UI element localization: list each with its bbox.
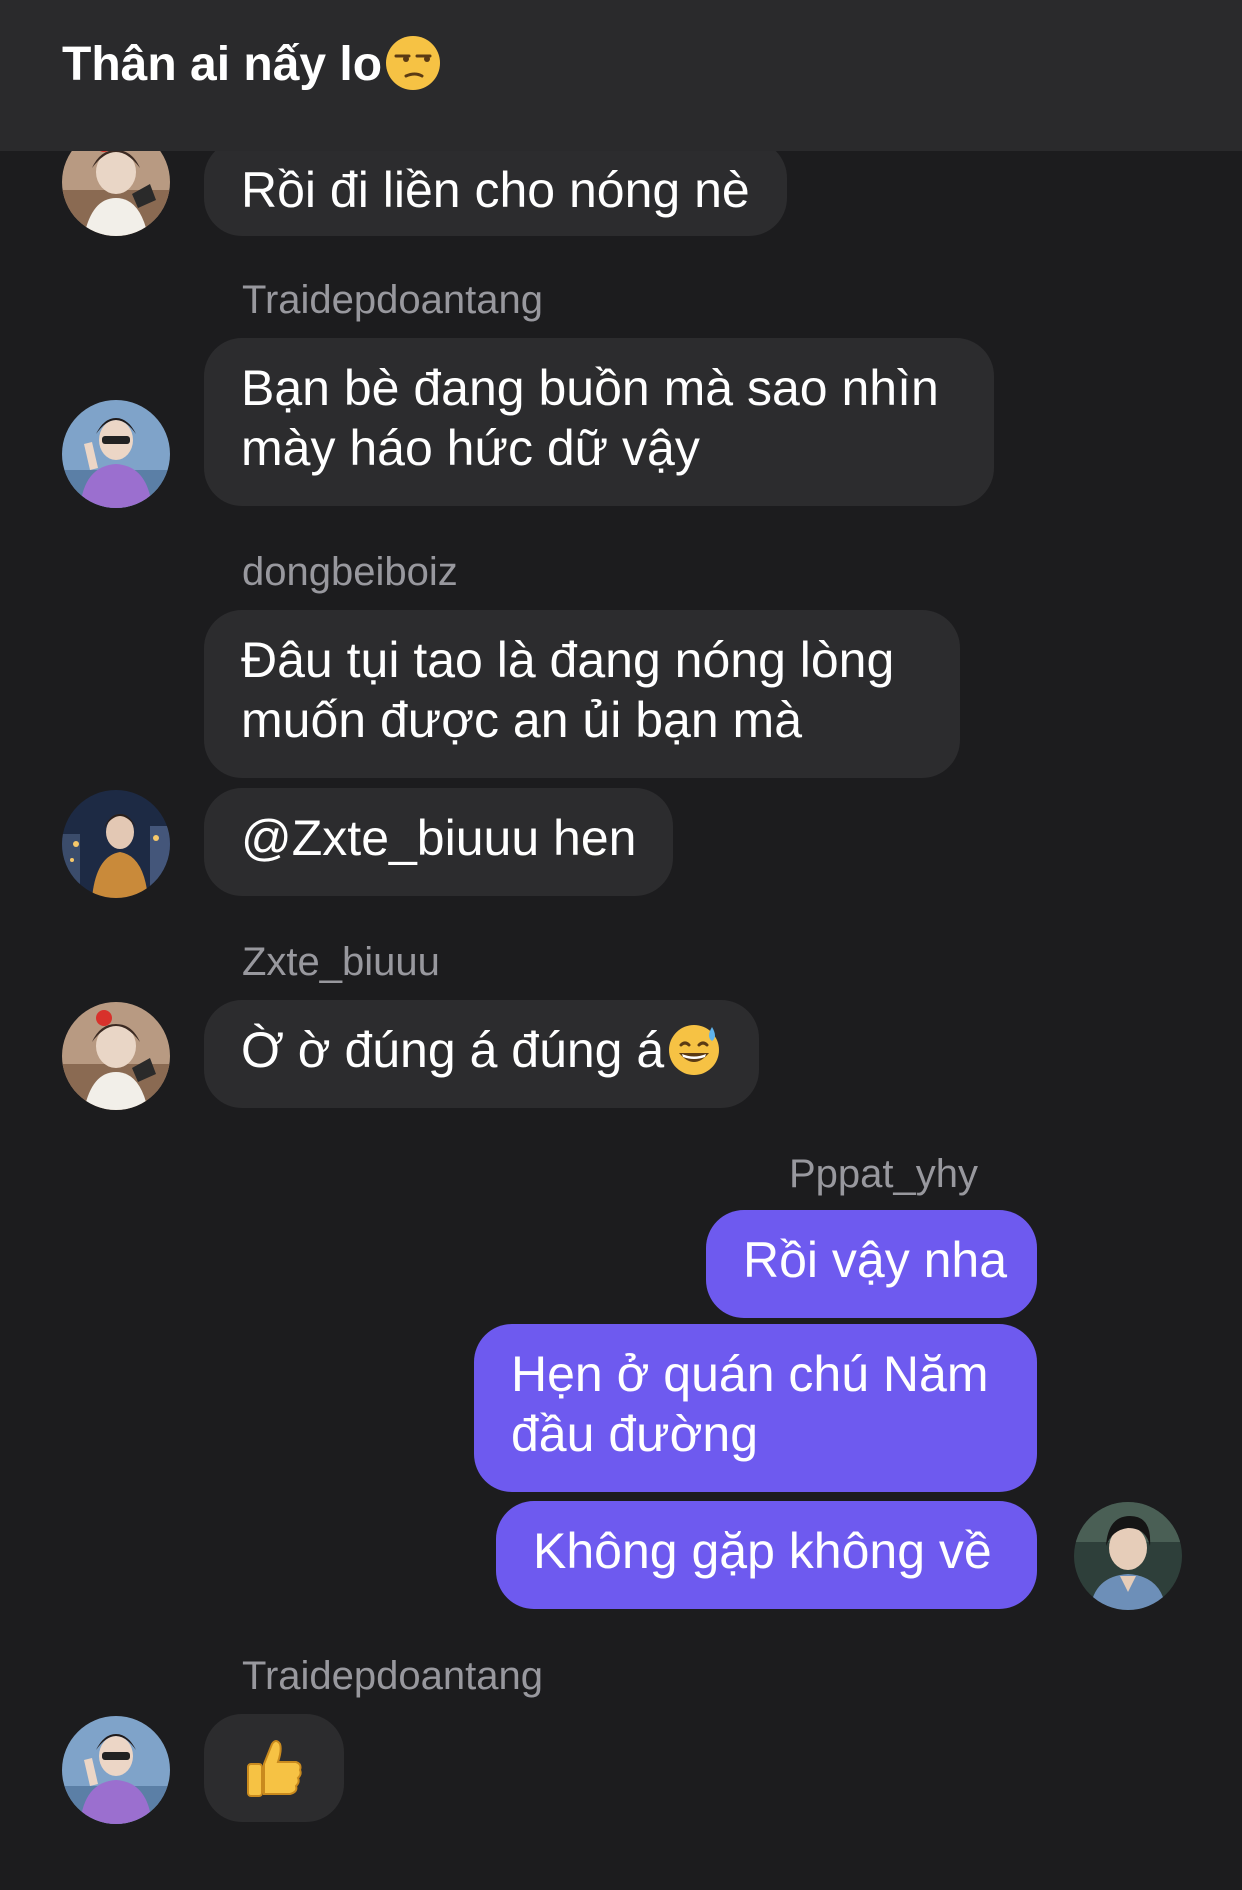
message-bubble[interactable]: Rồi đi liền cho nóng nè bbox=[204, 140, 787, 236]
message-bubble[interactable]: Bạn bè đang buồn mà sao nhìn mày háo hức… bbox=[204, 338, 994, 506]
thumbs-up-icon bbox=[242, 1736, 306, 1800]
message-text-line: đầu đường bbox=[511, 1406, 758, 1462]
message-bubble[interactable] bbox=[204, 1714, 344, 1822]
message-bubble[interactable]: Ờ ờ đúng á đúng á bbox=[204, 1000, 760, 1108]
conversation-title[interactable]: Thân ai nấy lo bbox=[62, 34, 442, 95]
message-text-line: muốn được an ủi bạn mà bbox=[241, 692, 803, 748]
avatar[interactable] bbox=[62, 1002, 170, 1110]
avatar[interactable] bbox=[62, 790, 170, 898]
avatar-purple-shirt-icon bbox=[62, 400, 170, 508]
sender-name: Traidepdoantang bbox=[242, 278, 543, 322]
sender-name: Traidepdoantang bbox=[242, 1654, 543, 1698]
message-bubble[interactable]: Đâu tụi tao là đang nóng lòng muốn được … bbox=[204, 610, 960, 778]
message-bubble[interactable]: Không gặp không về bbox=[496, 1501, 1037, 1609]
message-text-line: Đâu tụi tao là đang nóng lòng bbox=[241, 632, 895, 688]
avatar-red-ball-icon bbox=[62, 1002, 170, 1110]
message-bubble[interactable]: Hẹn ở quán chú Năm đầu đường bbox=[474, 1324, 1037, 1492]
avatar-purple-shirt-icon bbox=[62, 1716, 170, 1824]
avatar[interactable] bbox=[62, 400, 170, 508]
conversation-title-text: Thân ai nấy lo bbox=[62, 38, 383, 91]
message-text: Ờ ờ đúng á đúng á bbox=[241, 1022, 665, 1078]
grinning-sweat-icon bbox=[666, 1021, 722, 1077]
message-text: Không gặp không về bbox=[533, 1523, 992, 1579]
message-bubble[interactable]: Rồi vậy nha bbox=[706, 1210, 1037, 1318]
message-text: Rồi đi liền cho nóng nè bbox=[241, 162, 750, 218]
conversation-header: Thân ai nấy lo bbox=[0, 0, 1242, 151]
avatar[interactable] bbox=[1074, 1502, 1182, 1610]
message-bubble[interactable]: @Zxte_biuuu hen bbox=[204, 788, 674, 896]
message-text-line: Hẹn ở quán chú Năm bbox=[511, 1346, 989, 1402]
sender-name: dongbeiboiz bbox=[242, 550, 458, 594]
message-text: Rồi vậy nha bbox=[743, 1232, 1008, 1288]
sender-name: Zxte_biuuu bbox=[242, 940, 440, 984]
avatar-denim-shirt-icon bbox=[1074, 1502, 1182, 1610]
message-text: @Zxte_biuuu hen bbox=[241, 810, 637, 866]
message-thread[interactable]: Rồi đi liền cho nóng nè Traidepdoantang … bbox=[0, 0, 1242, 1890]
avatar-city-night-icon bbox=[62, 790, 170, 898]
message-text-line: Bạn bè đang buồn mà sao nhìn bbox=[241, 360, 939, 416]
unamused-face-icon bbox=[384, 34, 442, 92]
sender-name: Pppat_yhy bbox=[789, 1152, 979, 1196]
message-text-line: mày háo hức dữ vậy bbox=[241, 420, 700, 476]
avatar[interactable] bbox=[62, 1716, 170, 1824]
